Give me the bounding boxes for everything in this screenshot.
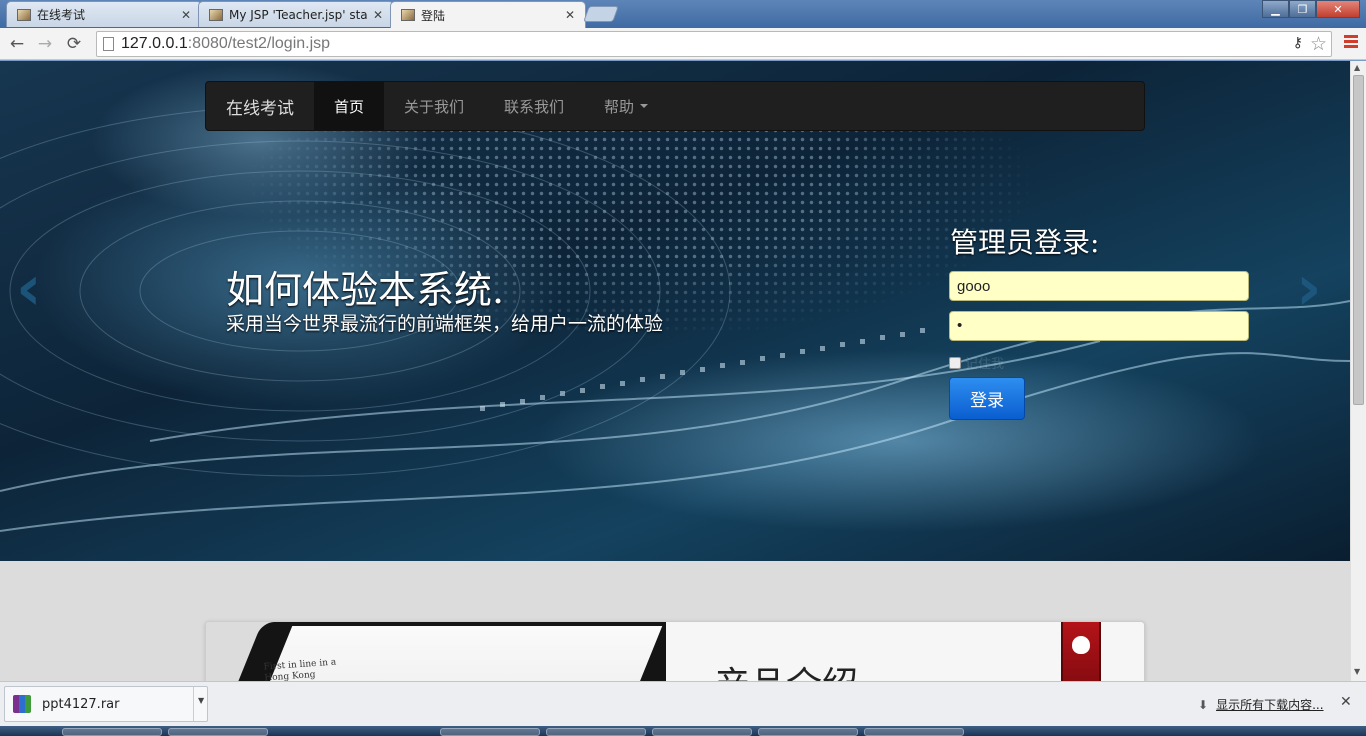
close-window-button[interactable]: ✕ xyxy=(1316,0,1360,18)
nav-item-contact[interactable]: 联系我们 xyxy=(484,82,584,130)
navbar-brand[interactable]: 在线考试 xyxy=(206,82,314,130)
rar-file-icon xyxy=(13,695,31,713)
remember-me[interactable]: 记住我 xyxy=(949,353,1004,372)
taskbar-item[interactable] xyxy=(168,728,268,736)
nav-item-home[interactable]: 首页 xyxy=(314,82,385,130)
download-arrow-icon: ⬇ xyxy=(1198,697,1209,712)
browser-toolbar: ← → ⟳ 127.0.0.1:8080/test2/login.jsp ⚷ ☆ xyxy=(0,28,1366,60)
tablet-text: First in line in a Hong Kong xyxy=(263,657,337,681)
carousel-next-arrow[interactable]: › xyxy=(1296,251,1322,324)
back-button[interactable]: ← xyxy=(6,33,28,55)
taskbar-item[interactable] xyxy=(440,728,540,736)
scrollbar-thumb[interactable] xyxy=(1353,75,1364,405)
tab-close-icon[interactable]: ✕ xyxy=(179,8,193,22)
caret-down-icon xyxy=(640,104,649,108)
download-item[interactable]: ppt4127.rar ▼ xyxy=(4,686,208,722)
bookmark-star-icon[interactable]: ☆ xyxy=(1310,33,1327,55)
forward-button[interactable]: → xyxy=(34,33,56,55)
os-taskbar xyxy=(0,726,1366,736)
taskbar-item[interactable] xyxy=(62,728,162,736)
hero-headline: 如何体验本系统. xyxy=(226,268,505,312)
taskbar-item[interactable] xyxy=(546,728,646,736)
scroll-down-icon[interactable]: ▼ xyxy=(1354,667,1360,676)
download-menu-button[interactable]: ▼ xyxy=(193,687,208,721)
reload-button[interactable]: ⟳ xyxy=(63,33,85,55)
product-title: 产品介绍 xyxy=(714,656,858,681)
url-host: 127.0.0.1 xyxy=(121,35,188,52)
page-favicon-icon xyxy=(401,9,415,21)
nav-item-about[interactable]: 关于我们 xyxy=(384,82,484,130)
hero-subline: 采用当今世界最流行的前端框架，给用户一流的体验 xyxy=(226,313,664,335)
hero-carousel: 在线考试 首页 关于我们 联系我们 帮助 ‹ › 如何体验本系统. 采用当今世界… xyxy=(0,61,1350,561)
login-title: 管理员登录: xyxy=(950,226,1100,259)
tab-teacher-jsp[interactable]: My JSP 'Teacher.jsp' sta ✕ xyxy=(198,1,394,27)
tab-login[interactable]: 登陆 ✕ xyxy=(390,1,586,28)
new-tab-button[interactable] xyxy=(583,6,619,22)
tablet-image: First in line in a Hong Kong xyxy=(206,622,666,681)
dropdown-arrow-icon: ▼ xyxy=(198,696,205,705)
password-input[interactable]: • xyxy=(949,311,1249,341)
tab-online-exam[interactable]: 在线考试 ✕ xyxy=(6,1,202,27)
remember-label: 记住我 xyxy=(965,357,1005,372)
key-icon[interactable]: ⚷ xyxy=(1293,35,1303,51)
address-bar[interactable]: 127.0.0.1:8080/test2/login.jsp ⚷ ☆ xyxy=(96,31,1332,57)
tab-title: 登陆 xyxy=(421,8,446,23)
nav-item-help[interactable]: 帮助 xyxy=(584,82,668,130)
page-favicon-icon xyxy=(209,8,223,21)
tab-title: 在线考试 xyxy=(37,8,86,22)
username-input[interactable] xyxy=(949,271,1249,301)
taskbar-item[interactable] xyxy=(758,728,858,736)
scroll-up-icon[interactable]: ▲ xyxy=(1354,63,1360,72)
maximize-button[interactable]: ❐ xyxy=(1289,0,1316,18)
carousel-prev-arrow[interactable]: ‹ xyxy=(16,251,42,324)
login-button[interactable]: 登录 xyxy=(949,377,1025,420)
show-all-downloads-link[interactable]: 显示所有下载内容... xyxy=(1216,696,1323,713)
taskbar-item[interactable] xyxy=(652,728,752,736)
url-text[interactable]: 127.0.0.1:8080/test2/login.jsp xyxy=(121,35,330,53)
nav-item-help-label: 帮助 xyxy=(604,97,635,116)
product-section: First in line in a Hong Kong 产品介绍 xyxy=(205,621,1145,681)
page-favicon-icon xyxy=(17,8,31,21)
browser-titlebar: 在线考试 ✕ My JSP 'Teacher.jsp' sta ✕ 登陆 ✕ ▁… xyxy=(0,0,1366,28)
download-file-name[interactable]: ppt4127.rar xyxy=(42,697,119,712)
tab-close-icon[interactable]: ✕ xyxy=(371,8,385,22)
download-shelf: ppt4127.rar ▼ ⬇ 显示所有下载内容... ✕ xyxy=(0,681,1366,726)
page-scrollbar[interactable]: ▲ ▼ xyxy=(1350,61,1366,681)
tab-close-icon[interactable]: ✕ xyxy=(563,8,577,22)
show-all-downloads[interactable]: ⬇ 显示所有下载内容... xyxy=(1198,696,1324,713)
browser-menu-icon[interactable] xyxy=(1344,35,1358,50)
close-shelf-icon[interactable]: ✕ xyxy=(1340,694,1352,710)
window-controls: ▁ ❐ ✕ xyxy=(1262,0,1360,18)
url-path: :8080/test2/login.jsp xyxy=(187,35,331,52)
page-icon xyxy=(103,37,114,51)
apple-logo-icon xyxy=(1072,636,1090,654)
taskbar-item[interactable] xyxy=(864,728,964,736)
tab-title: My JSP 'Teacher.jsp' sta xyxy=(229,7,368,22)
minimize-button[interactable]: ▁ xyxy=(1262,0,1289,18)
top-navbar: 在线考试 首页 关于我们 联系我们 帮助 xyxy=(205,81,1145,131)
page-viewport: 在线考试 首页 关于我们 联系我们 帮助 ‹ › 如何体验本系统. 采用当今世界… xyxy=(0,61,1350,681)
remember-checkbox[interactable] xyxy=(949,356,961,369)
apple-ribbon xyxy=(1061,622,1101,681)
